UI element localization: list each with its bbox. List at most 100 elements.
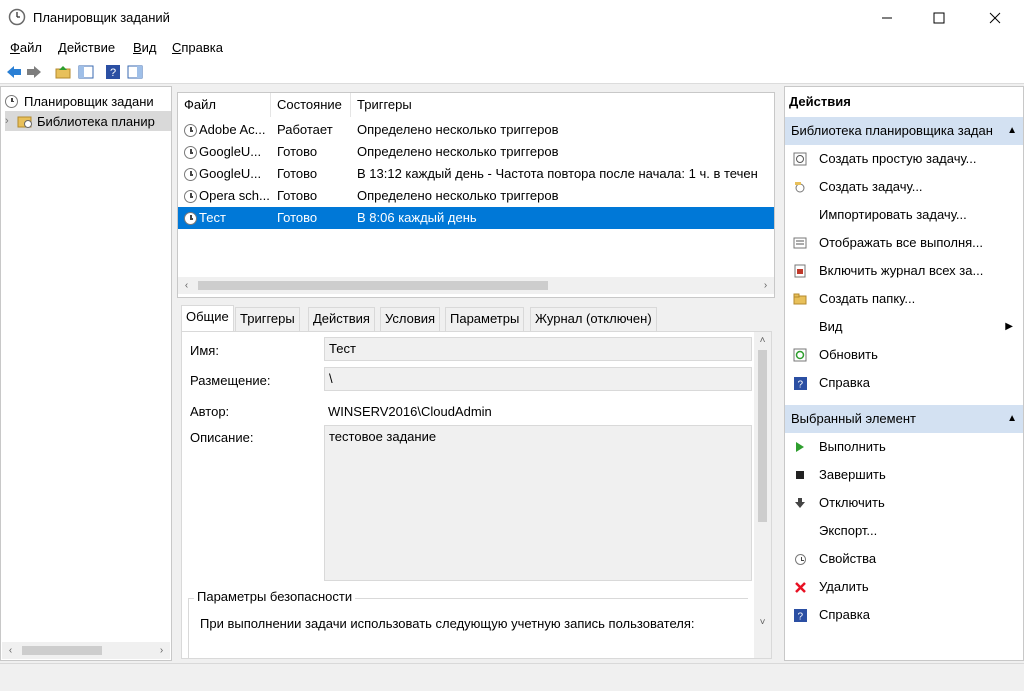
task-scheduler-app-icon (8, 8, 26, 26)
show-hide-tree-button[interactable] (77, 63, 95, 81)
task-row-selected[interactable]: Тест Готово В 8:06 каждый день (178, 207, 774, 229)
action-disable[interactable]: Отключить (785, 489, 1023, 517)
section-library-header[interactable]: Библиотека планировщика задан ▲ (785, 117, 1023, 145)
task-triggers: Определено несколько триггеров (357, 188, 559, 203)
name-field[interactable]: Тест (324, 337, 752, 361)
forward-arrow-icon (27, 66, 41, 78)
menu-view[interactable]: Вид (133, 40, 157, 55)
delete-icon (793, 580, 807, 594)
task-row[interactable]: Opera sch... Готово Определено несколько… (178, 185, 774, 207)
display-running-icon (793, 236, 807, 250)
enable-history-icon (793, 264, 807, 278)
properties-icon (793, 552, 807, 566)
tree-root-task-scheduler[interactable]: Планировщик задани (5, 91, 154, 111)
action-delete[interactable]: Удалить (785, 573, 1023, 601)
menu-help[interactable]: Справка (172, 40, 223, 55)
tree-horizontal-scrollbar[interactable]: ‹ › (2, 642, 170, 659)
help-toolbar-button[interactable]: ? (104, 63, 122, 81)
location-label: Размещение: (190, 373, 271, 388)
description-field[interactable]: тестовое задание (324, 425, 752, 581)
show-action-pane-button[interactable] (126, 63, 144, 81)
tab-conditions[interactable]: Условия (380, 307, 441, 331)
task-row[interactable]: GoogleU... Готово В 13:12 каждый день - … (178, 163, 774, 185)
tab-actions[interactable]: Действия (308, 307, 375, 331)
location-field[interactable]: \ (324, 367, 752, 391)
minimize-icon (882, 17, 892, 19)
action-create-basic-task[interactable]: Создать простую задачу... (785, 145, 1023, 173)
action-enable-history[interactable]: Включить журнал всех за... (785, 257, 1023, 285)
task-clock-icon (184, 124, 197, 138)
action-help-selected[interactable]: ? Справка (785, 601, 1023, 629)
task-status: Готово (277, 166, 318, 181)
author-label: Автор: (190, 404, 230, 419)
action-refresh[interactable]: Обновить (785, 341, 1023, 369)
maximize-button[interactable] (916, 0, 962, 36)
task-clock-icon (184, 212, 197, 226)
refresh-icon (793, 348, 807, 362)
scroll-thumb[interactable] (22, 646, 102, 655)
task-status: Готово (277, 188, 318, 203)
task-list: Файл Состояние Триггеры Adobe Ac... Рабо… (177, 92, 775, 298)
console-tree: Планировщик задани › Библиотека планир ‹… (0, 86, 172, 661)
maximize-icon (933, 12, 945, 24)
column-header-triggers[interactable]: Триггеры (351, 93, 774, 117)
task-row[interactable]: GoogleU... Готово Определено несколько т… (178, 141, 774, 163)
scroll-left-icon[interactable]: ‹ (2, 642, 19, 659)
task-name: Opera sch... (199, 188, 270, 203)
collapse-up-icon[interactable]: ▲ (1007, 117, 1017, 145)
menu-file[interactable]: Файл (10, 40, 42, 55)
tab-triggers[interactable]: Триггеры (235, 307, 300, 331)
details-vertical-scrollbar[interactable]: ˄ ˅ (754, 332, 771, 658)
submenu-arrow-icon: ▶ (1005, 321, 1013, 332)
action-display-running-tasks[interactable]: Отображать все выполня... (785, 229, 1023, 257)
action-create-task[interactable]: Создать задачу... (785, 173, 1023, 201)
scroll-down-icon[interactable]: ˅ (754, 614, 771, 631)
back-button[interactable] (5, 63, 23, 81)
disable-icon (793, 496, 807, 510)
task-row[interactable]: Adobe Ac... Работает Определено нескольк… (178, 119, 774, 141)
task-clock-icon (184, 168, 197, 182)
tab-settings[interactable]: Параметры (445, 307, 525, 331)
action-run[interactable]: Выполнить (785, 433, 1023, 461)
action-export[interactable]: Экспорт... (785, 517, 1023, 545)
scroll-thumb[interactable] (758, 350, 767, 522)
tab-history[interactable]: Журнал (отключен) (530, 307, 657, 331)
action-end[interactable]: Завершить (785, 461, 1023, 489)
forward-button[interactable] (25, 63, 43, 81)
chevron-right-icon[interactable]: › (5, 115, 17, 127)
scroll-up-icon[interactable]: ˄ (754, 332, 771, 349)
scroll-right-icon[interactable]: › (153, 642, 170, 659)
up-folder-button[interactable] (54, 63, 72, 81)
svg-text:?: ? (110, 67, 116, 79)
scroll-left-icon[interactable]: ‹ (178, 277, 195, 294)
close-button[interactable] (972, 0, 1018, 36)
section-library-title: Библиотека планировщика задан (791, 123, 993, 138)
tree-item-library[interactable]: › Библиотека планир (5, 111, 171, 131)
security-user-text: При выполнении задачи использовать следу… (200, 616, 695, 631)
action-help-library[interactable]: ? Справка (785, 369, 1023, 397)
column-header-status[interactable]: Состояние (271, 93, 351, 117)
action-import-task[interactable]: Импортировать задачу... (785, 201, 1023, 229)
column-header-file[interactable]: Файл (178, 93, 271, 117)
action-create-folder[interactable]: Создать папку... (785, 285, 1023, 313)
description-label: Описание: (190, 430, 254, 445)
collapse-up-icon[interactable]: ▲ (1007, 405, 1017, 433)
action-view[interactable]: Вид ▶ (785, 313, 1023, 341)
scroll-thumb[interactable] (198, 281, 548, 290)
task-name: Adobe Ac... (199, 122, 266, 137)
section-selected-item-header[interactable]: Выбранный элемент ▲ (785, 405, 1023, 433)
tab-general[interactable]: Общие (181, 305, 234, 331)
close-icon (989, 12, 1001, 24)
general-tab-content: Имя: Тест Размещение: \ Автор: WINSERV20… (181, 331, 772, 659)
scroll-right-icon[interactable]: › (757, 277, 774, 294)
menu-bar: Файл Действие Вид Справка (0, 36, 1024, 60)
section-selected-item-title: Выбранный элемент (791, 411, 916, 426)
svg-text:?: ? (797, 379, 803, 390)
task-triggers: Определено несколько триггеров (357, 122, 559, 137)
end-icon (793, 468, 807, 482)
menu-action[interactable]: Действие (58, 40, 115, 55)
minimize-button[interactable] (864, 0, 910, 36)
action-properties[interactable]: Свойства (785, 545, 1023, 573)
task-status: Работает (277, 122, 333, 137)
task-list-horizontal-scrollbar[interactable]: ‹ › (178, 277, 774, 294)
